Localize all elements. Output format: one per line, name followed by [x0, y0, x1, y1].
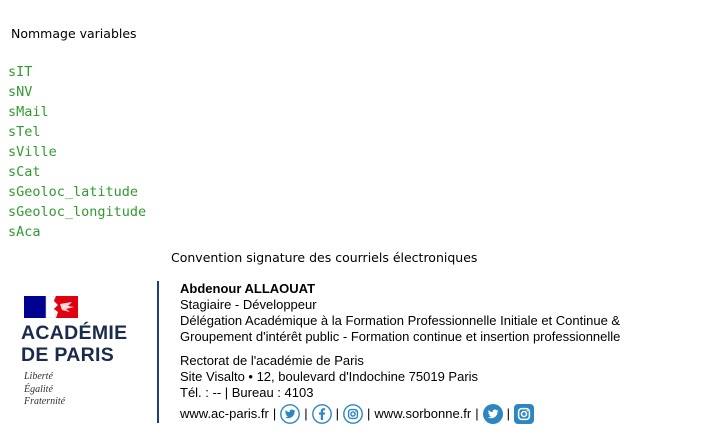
signature-divider: [157, 281, 159, 423]
section-title-convention: Convention signature des courriels élect…: [171, 250, 478, 265]
variable-item: sCat: [8, 164, 41, 180]
link-sorbonne[interactable]: www.sorbonne.fr: [374, 406, 471, 422]
variable-item: sNV: [8, 84, 33, 100]
signature-dept-line2: Groupement d'intérêt public - Formation …: [180, 329, 621, 344]
separator: |: [506, 406, 511, 421]
separator: |: [367, 406, 371, 421]
variable-item: sMail: [8, 104, 49, 120]
variable-item: sVille: [8, 144, 57, 160]
instagram-icon[interactable]: [343, 404, 363, 424]
email-signature: Abdenour ALLAOUAT Stagiaire - Développeu…: [180, 281, 620, 425]
twitter-icon[interactable]: [482, 404, 503, 424]
signature-role: Stagiaire - Développeur: [180, 297, 317, 312]
signature-phone: Tél. : -- | Bureau : 4103: [180, 385, 314, 400]
signature-address: Site Visalto • 12, boulevard d'Indochine…: [180, 369, 479, 384]
twitter-icon[interactable]: [280, 404, 301, 424]
separator: |: [475, 406, 479, 421]
motto-fraternite: Fraternité: [24, 396, 66, 407]
motto-egalite: Égalité: [24, 383, 53, 395]
variable-item: sGeoloc_longitude: [8, 204, 147, 220]
academie-name-line2: DE PARIS: [21, 344, 115, 366]
academie-name: ACADÉMIE DE PARIS: [21, 322, 127, 366]
signature-org: Rectorat de l'académie de Paris: [180, 353, 364, 368]
instagram-icon[interactable]: [514, 404, 535, 424]
marianne-flag-icon: [24, 296, 78, 318]
signature-links: www.ac-paris.fr | | | | www.sorbonne.fr …: [180, 403, 620, 425]
signature-dept-line1: Délégation Académique à la Formation Pro…: [180, 313, 621, 328]
facebook-icon[interactable]: [311, 404, 332, 424]
signature-name: Abdenour ALLAOUAT: [180, 281, 316, 296]
variable-item: sTel: [8, 124, 41, 140]
variable-item: sAca: [8, 224, 41, 240]
separator: |: [272, 406, 277, 421]
variable-item: sIT: [8, 64, 33, 80]
section-title-naming: Nommage variables: [11, 26, 137, 41]
academie-logo: ACADÉMIE DE PARIS Liberté Égalité Frater…: [20, 294, 150, 414]
variable-item: sGeoloc_latitude: [8, 184, 139, 200]
separator: |: [335, 406, 340, 421]
academie-name-line1: ACADÉMIE: [21, 322, 128, 344]
separator: |: [304, 406, 308, 421]
link-ac-paris[interactable]: www.ac-paris.fr: [180, 406, 269, 422]
republic-motto: Liberté Égalité Fraternité: [24, 371, 65, 409]
variable-list: sIT sNV sMail sTel sVille sCat sGeoloc_l…: [8, 62, 146, 242]
motto-liberte: Liberté: [24, 371, 53, 382]
